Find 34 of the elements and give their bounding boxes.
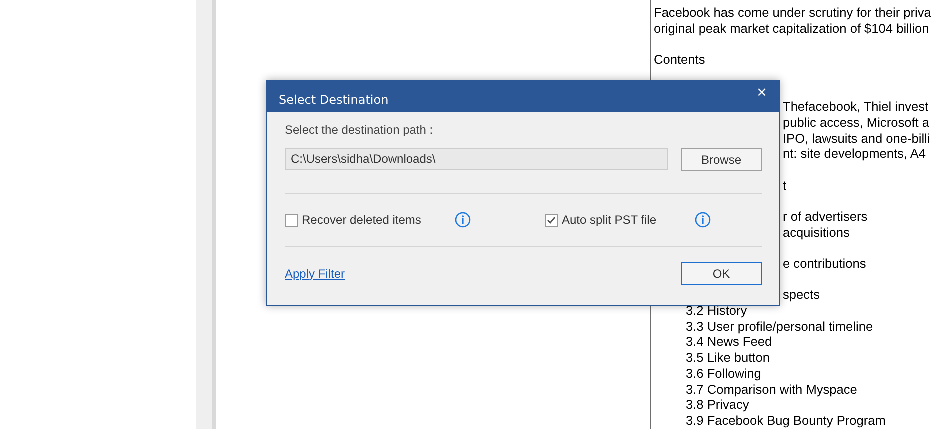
close-button[interactable]: × [755,84,769,101]
document-text: t [783,178,787,193]
document-text: Facebook has come under scrutiny for their priva [654,5,931,20]
document-text: Thefacebook, Thiel invest [783,99,929,114]
document-text: Contents [654,52,706,68]
info-icon[interactable] [455,212,471,228]
option-label: Recover deleted items [302,213,422,227]
document-text: public access, Microsoft a [783,114,930,130]
document-text: r of advertisers [783,208,868,224]
document-text: e contributions [783,256,866,271]
path-field[interactable]: C:\Users\sidha\Downloads\ [285,148,668,170]
option-label: Auto split PST file [562,213,656,227]
info-icon[interactable] [695,212,711,228]
path-label: Select the destination path : [285,123,434,137]
document-text: original peak market capitalization of $104 billion [654,20,930,36]
document-text: IPO, lawsuits and one-billi [783,130,930,146]
contents-item: 3.3 User profile/personal timeline [686,318,874,334]
contents-item: 3.6 Following [686,366,762,381]
contents-item: 3.2 History [686,303,748,318]
browse-button[interactable]: Browse [681,148,762,171]
document-text: acquisitions [783,224,850,240]
contents-item: 3.4 News Feed [686,334,772,350]
dialog-title: Select Destination [279,92,389,106]
checkbox[interactable] [545,214,558,226]
checkmark-icon [547,216,556,224]
contents-item: 3.8 Privacy [686,397,750,412]
document-text: nt: site developments, A4 [783,146,926,162]
contents-item: 3.9 Facebook Bug Bounty Program [686,412,886,428]
apply-filter-link[interactable]: Apply Filter [285,266,346,280]
contents-item: 3.7 Comparison with Myspace [686,382,858,396]
contents-item: 3.5 Like button [686,350,770,366]
ok-button[interactable]: OK [681,262,762,285]
checkbox[interactable] [285,214,298,226]
document-text: spects [783,287,820,302]
